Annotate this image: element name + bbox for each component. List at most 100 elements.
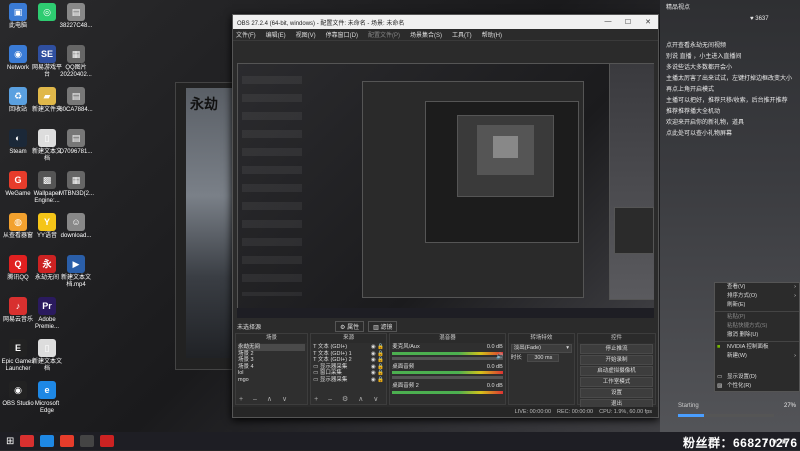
virtual-camera-button[interactable]: 启动虚拟摄像机 [579, 366, 653, 376]
app-icon: ♪ [9, 297, 27, 315]
desktop-icon[interactable]: ▤ 38227C48... [59, 3, 93, 30]
context-menu-extra[interactable]: ▭ 显示设置(D) ▨ 个性化(R) [714, 373, 800, 392]
menu-docks[interactable]: 停靠窗口(D) [326, 30, 358, 39]
properties-label: 属性 [347, 324, 360, 331]
transition-settings: 淡出(Fade) ▾ 时长 300 ms [509, 343, 574, 362]
app-icon: ♻ [9, 87, 27, 105]
menu-item-label: 撤消 删除(U) [727, 332, 759, 338]
desktop-icon-label: Microsoft Edge [34, 401, 60, 414]
chat-message: 多说些话大多数都开会小 [666, 65, 733, 71]
app-icon: 永 [38, 255, 56, 273]
menu-item-undo[interactable]: 撤消 删除(U) [715, 331, 799, 340]
scene-list: 永劫无间 场景 2 场景 3 场景 4 lol mgo [236, 343, 307, 384]
nvidia-icon: ■ [717, 344, 721, 350]
menu-help[interactable]: 帮助(H) [482, 30, 502, 39]
menu-item-new[interactable]: 新建(W) › [715, 352, 799, 361]
desktop-icon-label: 80CA7884... [59, 107, 93, 113]
obs-titlebar[interactable]: OBS 27.2.4 (64-bit, windows) - 配置文件: 未命名… [233, 15, 658, 29]
menu-item-nvidia[interactable]: ■ NVIDIA 控制面板 [715, 343, 799, 352]
desktop-icon[interactable]: ▤ 80CA7884... [59, 87, 93, 114]
chevron-right-icon: › [794, 293, 796, 299]
eye-icon[interactable]: ◉ 🔒 [371, 377, 384, 384]
nested-rightpanel [609, 63, 654, 300]
fan-group-overlay: 粉丝群：668270276 [683, 436, 798, 450]
menu-tools[interactable]: 工具(T) [452, 30, 472, 39]
properties-button[interactable]: ⚙ 属性 [335, 320, 365, 332]
app-icon: ▯ [38, 129, 56, 147]
chat-message: 主播太厉害了出来试试，左键打掉边框改变大小 [666, 76, 793, 82]
menu-item-paste[interactable]: 粘贴(P) [715, 313, 799, 322]
menu-item-sort[interactable]: 排序方式(O) › [715, 292, 799, 301]
desktop-icon[interactable]: e Microsoft Edge [30, 381, 64, 415]
speaker-icon[interactable]: 🔊 [496, 354, 503, 361]
taskbar-app-icon[interactable] [60, 435, 75, 447]
stop-stream-button[interactable]: 停止推流 [579, 344, 653, 354]
menu-view[interactable]: 视图(V) [296, 30, 316, 39]
taskbar-app-icon[interactable] [100, 435, 115, 447]
obs-statusbar: LIVE: 00:00:00 REC: 00:00:00 CPU: 1.9%, … [233, 407, 658, 417]
taskbar-app-icon[interactable] [80, 435, 95, 447]
source-item[interactable]: ▭ 显示器采集 ◉ 🔒 [313, 377, 384, 384]
channel-name: 桌面音频 [392, 363, 415, 370]
obs-title: OBS 27.2.4 (64-bit, windows) - 配置文件: 未命名… [237, 20, 405, 27]
scene-controls[interactable]: + – ∧ ∨ [239, 395, 291, 403]
scenes-dock: 场景 永劫无间 场景 2 场景 3 场景 4 lol mgo + – ∧ ∨ [235, 333, 309, 405]
obs-preview[interactable] [237, 63, 654, 318]
menu-item-personalize[interactable]: ▨ 个性化(R) [715, 382, 799, 391]
settings-button[interactable]: 设置 [579, 388, 653, 398]
nested-taskbar [237, 308, 654, 318]
rec-status: REC: 00:00:00 [557, 409, 594, 415]
desktop-icon[interactable]: ▯ 新建文本文档 [30, 339, 64, 373]
desktop-icon[interactable]: ▤ D7096781... [59, 129, 93, 156]
app-icon: ☺ [67, 213, 85, 231]
desktop-icon[interactable]: ☺ download... [59, 213, 93, 240]
scenes-title: 场景 [236, 334, 308, 343]
studio-mode-button[interactable]: 工作室模式 [579, 377, 653, 387]
menu-edit[interactable]: 编辑(E) [266, 30, 286, 39]
volume-meter [392, 390, 503, 394]
menu-profile[interactable]: 配置文件(P) [368, 30, 400, 39]
progress-bar [678, 414, 774, 417]
desktop-icon[interactable]: Pr Adobe Premie... [30, 297, 64, 331]
start-recording-button[interactable]: 开始录制 [579, 355, 653, 365]
progress-percent: 27% [784, 403, 797, 409]
duration-input[interactable]: 300 ms [527, 353, 560, 362]
sources-title: 来源 [311, 334, 387, 343]
volume-meter [392, 371, 503, 374]
volume-slider[interactable]: 🔊 [392, 354, 504, 361]
no-source-label: 未选择源 [237, 324, 262, 331]
desktop-icon[interactable]: ▦ QQ图片20220402... [59, 45, 93, 79]
scene-item[interactable]: mgo [238, 377, 305, 384]
taskbar-app-icon[interactable] [40, 435, 55, 447]
obs-window[interactable]: OBS 27.2.4 (64-bit, windows) - 配置文件: 未命名… [232, 14, 659, 418]
menu-item-view[interactable]: 查看(V) › [715, 283, 799, 292]
menu-item-paste-shortcut[interactable]: 粘贴快捷方式(S) [715, 322, 799, 331]
app-icon: ◉ [9, 381, 27, 399]
maximize-icon[interactable]: ☐ [618, 18, 638, 26]
close-icon[interactable]: ✕ [638, 18, 658, 26]
volume-slider[interactable] [392, 376, 503, 379]
filters-button[interactable]: ▥ 滤镜 [368, 320, 398, 332]
menu-item-refresh[interactable]: 刷新(E) [715, 301, 799, 310]
desktop-icon[interactable]: ▶ 新建文本文档.mp4 [59, 255, 93, 289]
mixer-dock: 混音器 麦克风/Aux 0.0 dB 🔊 桌面音频 0.0 dB 桌面音频 2 0.0… [389, 333, 506, 405]
channel-db: 0.0 dB [486, 383, 503, 389]
source-controls[interactable]: + – ⚙ ∧ ∨ [314, 395, 382, 403]
menu-scene-collection[interactable]: 场景集合(S) [410, 30, 442, 39]
viewer-count-value: 3637 [755, 16, 769, 22]
menu-item-label: 排序方式(O) [727, 293, 757, 299]
menu-item-label: 显示设置(D) [727, 374, 757, 380]
transition-select[interactable]: 淡出(Fade) ▾ [510, 344, 572, 353]
desktop-icon-label: 38227C48... [59, 23, 93, 29]
taskbar-app-icon[interactable] [20, 435, 35, 447]
minimize-icon[interactable]: — [598, 18, 618, 26]
windows-start-icon[interactable]: ⊞ [6, 436, 14, 447]
desktop-icon-label: Adobe Premie... [34, 317, 59, 330]
desktop-context-menu[interactable]: 查看(V) › 排序方式(O) › 刷新(E) 粘贴(P) 粘贴快捷方式(S) 撤消… [714, 282, 800, 374]
app-icon: ▤ [67, 87, 85, 105]
menu-file[interactable]: 文件(F) [236, 30, 256, 39]
desktop-icon-label: 新建文本文档 [31, 359, 62, 372]
mixer-channel: 麦克风/Aux 0.0 dB [392, 344, 503, 351]
menu-item-display[interactable]: ▭ 显示设置(D) [715, 373, 799, 382]
desktop-icon[interactable]: ▦ MTBN3D(2... [59, 171, 94, 198]
